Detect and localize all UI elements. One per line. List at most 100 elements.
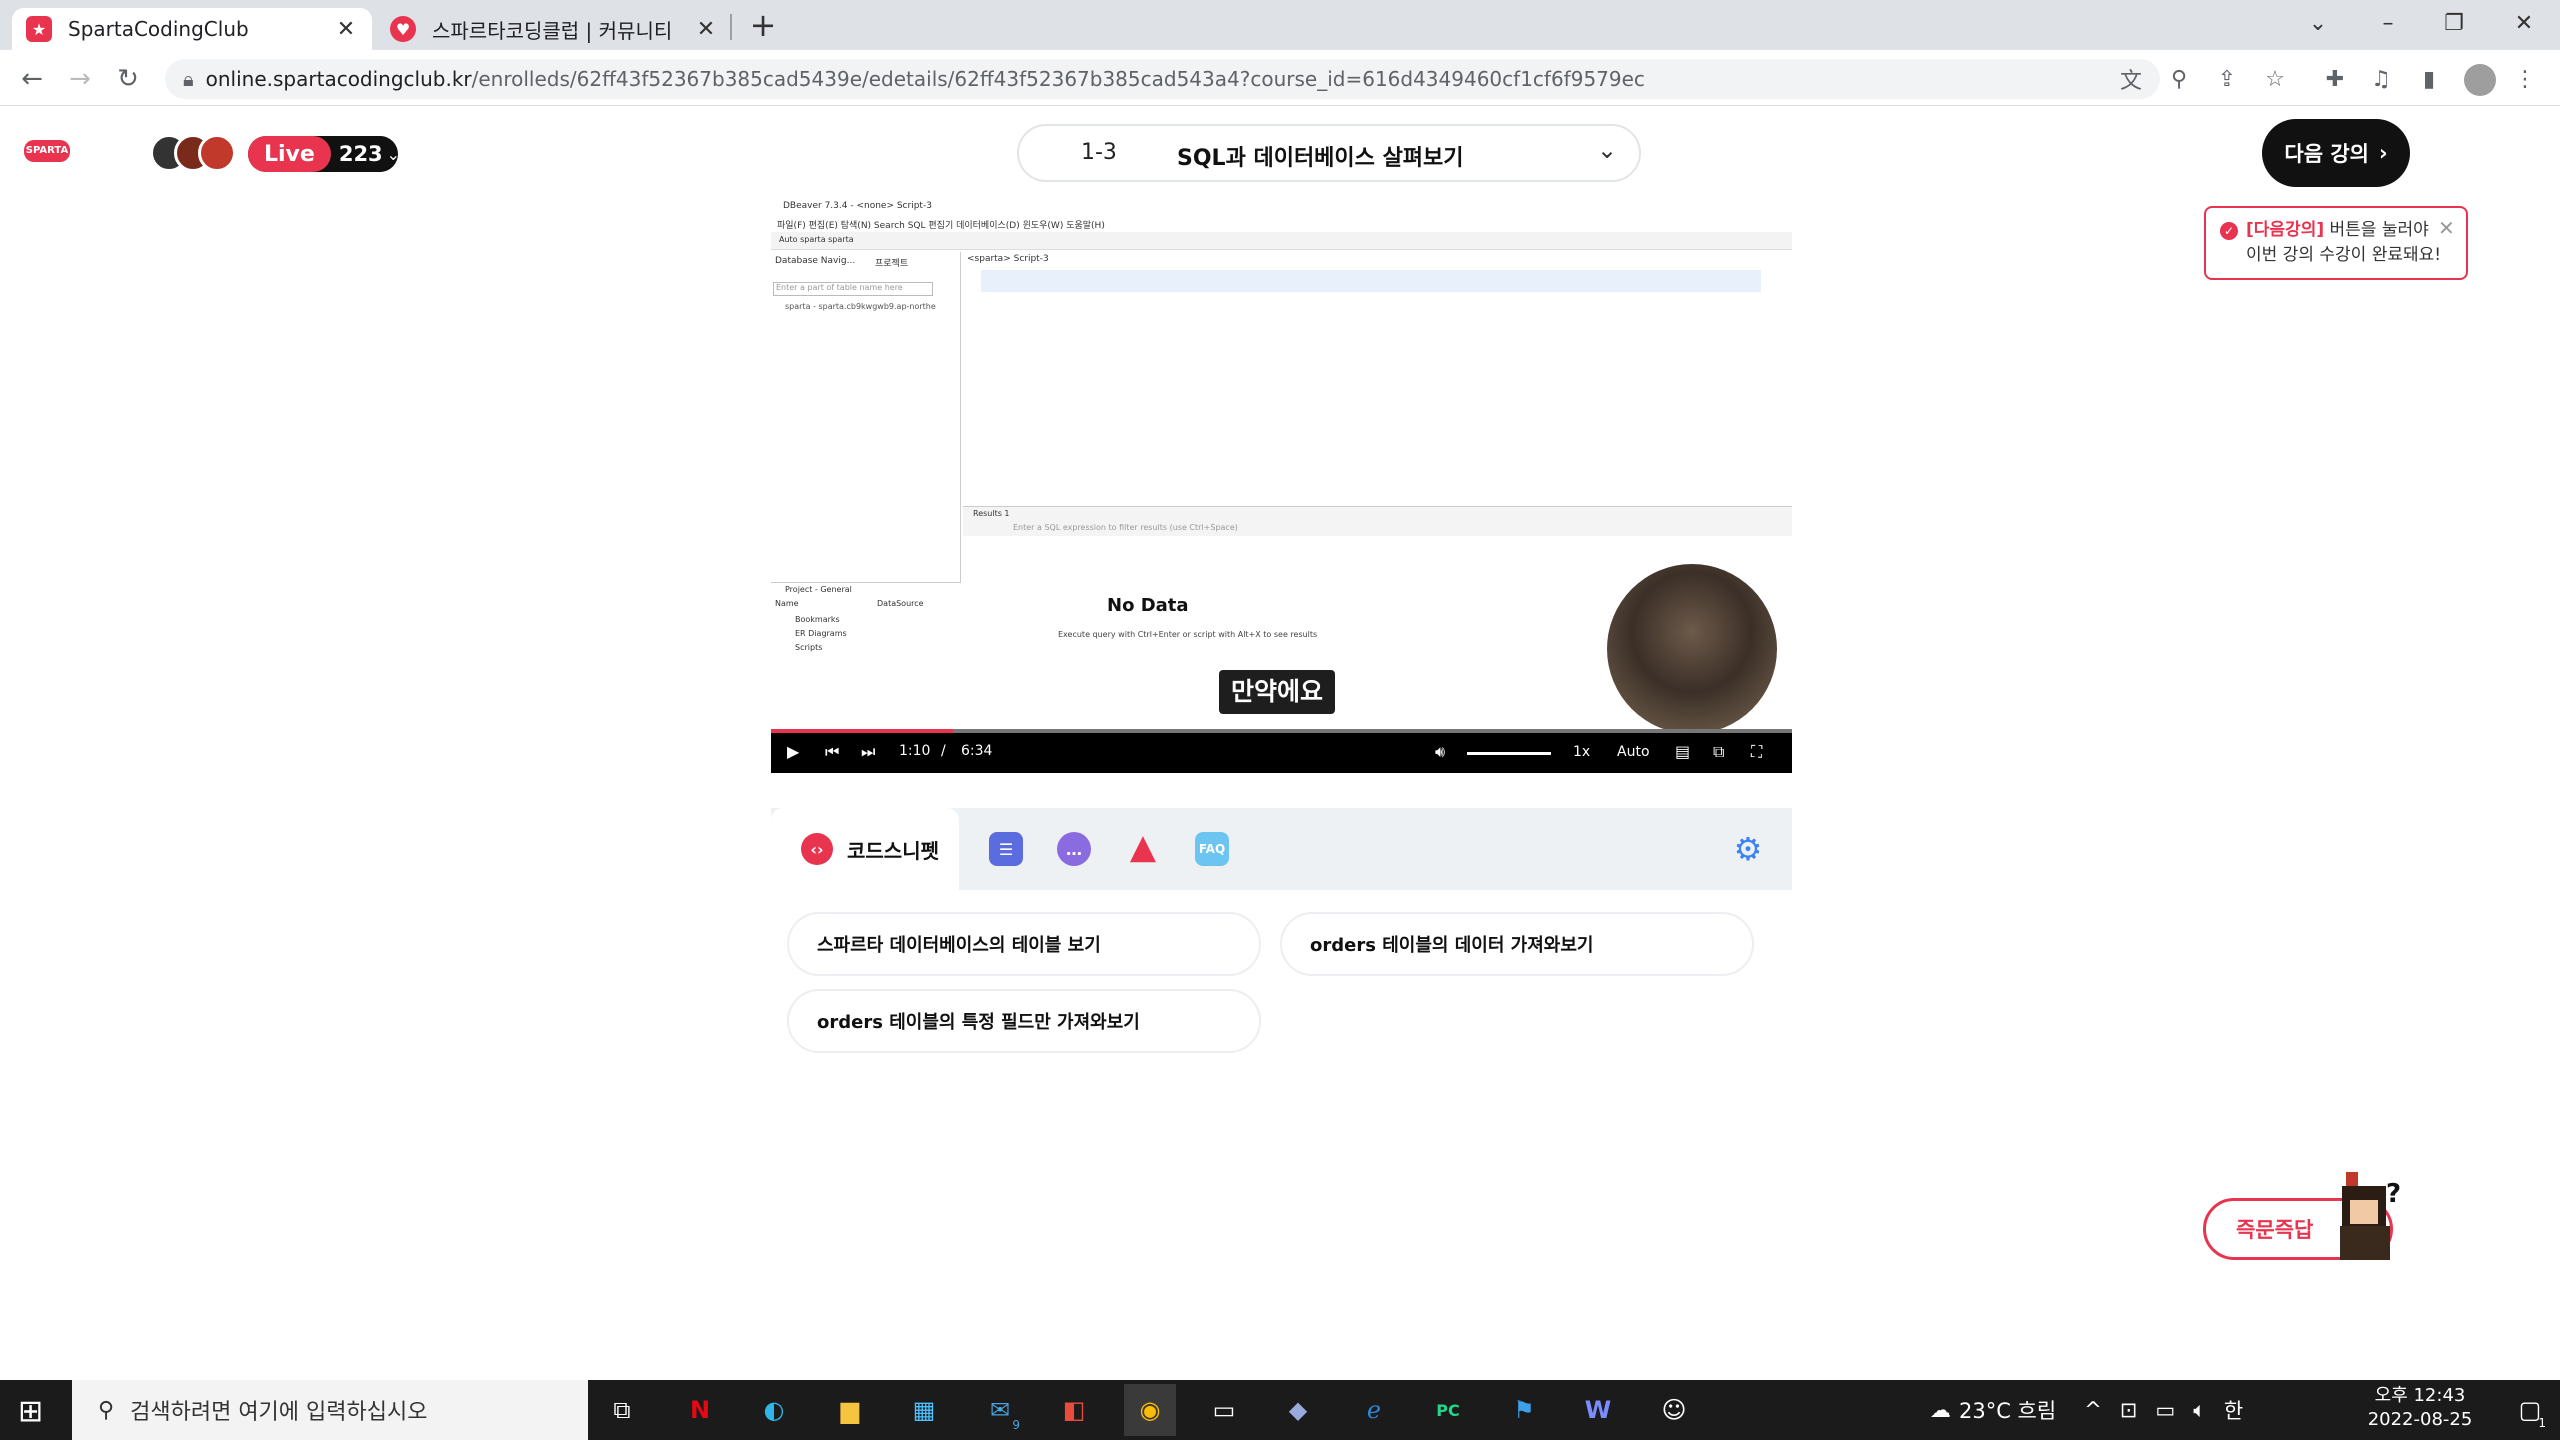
tab-spartacodingclub[interactable]: ★ SpartaCodingClub ✕ xyxy=(12,8,372,50)
dbeaver-icon[interactable]: ☺ xyxy=(1648,1384,1700,1436)
next-icon[interactable]: ⏭ xyxy=(861,742,875,762)
close-tooltip-icon[interactable]: ✕ xyxy=(2438,216,2455,241)
side-panel-icon[interactable]: ▮ xyxy=(2412,62,2446,96)
project-item: Scripts xyxy=(795,643,823,652)
media-icon[interactable]: ♫ xyxy=(2364,62,2398,96)
lecture-number: 1-3 xyxy=(1081,140,1117,165)
tooltip-line2: 이번 강의 수강이 완료돼요! xyxy=(2246,245,2442,265)
notification-count: 1 xyxy=(2538,1416,2546,1430)
back-button[interactable]: ← xyxy=(14,62,50,96)
snippet-item[interactable]: orders 테이블의 데이터 가져와보기 xyxy=(1280,912,1754,976)
video-player[interactable]: DBeaver 7.3.4 - <none> Script-3 파일(F) 편집… xyxy=(771,198,1792,773)
snippet-item[interactable]: orders 테이블의 특정 필드만 가져와보기 xyxy=(787,989,1261,1053)
menu-kebab-icon[interactable]: ⋮ xyxy=(2508,62,2542,96)
netflix-icon[interactable]: N xyxy=(674,1384,726,1436)
mail-badge: 9 xyxy=(1012,1418,1020,1432)
translate-icon[interactable]: 文 xyxy=(2114,62,2148,96)
tab-code-snippet-label: 코드스니펫 xyxy=(847,838,939,863)
close-tab-icon[interactable]: ✕ xyxy=(694,17,718,42)
notification-icon[interactable]: ▢ 1 xyxy=(2504,1384,2556,1436)
tab-community[interactable]: ♥ 스파르타코딩클럽 | 커뮤니티 ✕ xyxy=(376,8,732,50)
current-time: 1:10 xyxy=(899,743,931,759)
taskbar-search-input[interactable]: ⚲ 검색하려면 여기에 입력하십시오 xyxy=(72,1380,588,1440)
profile-avatar[interactable] xyxy=(2464,64,2496,96)
dbeaver-titlebar: DBeaver 7.3.4 - <none> Script-3 xyxy=(771,198,1792,216)
play-icon[interactable]: ▶ xyxy=(787,742,799,761)
close-tab-icon[interactable]: ✕ xyxy=(334,17,358,42)
mail-icon[interactable]: ✉ 9 xyxy=(974,1384,1026,1436)
sparta-favicon-icon: ★ xyxy=(26,16,52,42)
subtitle-caption: 만약에요 xyxy=(1219,670,1336,714)
share-icon[interactable]: ⇪ xyxy=(2210,62,2244,96)
execute-hint: Execute query with Ctrl+Enter or script … xyxy=(1058,630,1318,639)
notepad-icon[interactable]: ◆ xyxy=(1272,1384,1324,1436)
reload-button[interactable]: ↻ xyxy=(110,62,146,96)
picture-in-picture-icon[interactable]: ⧉ xyxy=(1713,742,1724,762)
minimize-button[interactable]: – xyxy=(2358,0,2418,46)
tooltip-highlight: [다음강의] xyxy=(2246,220,2325,240)
lecture-tools-panel: ‹› 코드스니펫 ☰ … ▲ FAQ ⚙ 스파르타 데이터베이스의 테이블 보기… xyxy=(771,808,1792,1103)
volume-slider[interactable] xyxy=(1467,752,1551,755)
dbeaver-toolbar: Auto sparta sparta xyxy=(771,232,1792,250)
chat-icon[interactable]: … xyxy=(1057,832,1091,866)
tooltip-line1: 버튼을 눌러야 xyxy=(2329,220,2429,240)
chrome-icon[interactable]: ◉ xyxy=(1124,1384,1176,1436)
project-tab: 프로젝트 xyxy=(875,259,909,269)
file-explorer-icon[interactable]: ▆ xyxy=(824,1384,876,1436)
internet-explorer-icon[interactable]: ℯ xyxy=(1348,1384,1400,1436)
new-tab-button[interactable]: + xyxy=(745,8,781,44)
captions-icon[interactable]: ▤ xyxy=(1675,742,1690,761)
tray-chevron-icon[interactable]: ^ xyxy=(2084,1398,2102,1422)
webex-icon[interactable]: W xyxy=(1572,1384,1624,1436)
clock[interactable]: 오후 12:43 2022-08-25 xyxy=(2340,1384,2500,1436)
next-lecture-button[interactable]: 다음 강의 › xyxy=(2262,119,2410,187)
office-icon[interactable]: ◧ xyxy=(1048,1384,1100,1436)
edge-icon[interactable]: ◐ xyxy=(748,1384,800,1436)
live-count-pill[interactable]: Live 223 ⌄ xyxy=(248,136,401,172)
faq-icon[interactable]: FAQ xyxy=(1195,832,1229,866)
next-lecture-label: 다음 강의 xyxy=(2284,142,2369,166)
quality-button[interactable]: Auto xyxy=(1617,744,1650,760)
zoom-icon[interactable]: ⚲ xyxy=(2162,62,2196,96)
network-icon[interactable]: ⊡ xyxy=(2120,1398,2138,1422)
sparta-logo[interactable]: SPARTA xyxy=(24,140,70,162)
weather-text[interactable]: 23°C 흐림 xyxy=(1959,1395,2056,1425)
restore-button[interactable]: ❐ xyxy=(2424,0,2484,46)
tab-search-icon[interactable]: ⌄ xyxy=(2288,0,2348,46)
extensions-icon[interactable]: ✚ xyxy=(2318,62,2352,96)
tutor-character-icon[interactable]: ? xyxy=(2336,1172,2410,1260)
ime-indicator[interactable]: 한 xyxy=(2224,1395,2243,1425)
task-view-icon[interactable]: ⧉ xyxy=(596,1384,648,1436)
address-bar[interactable]: 🔒︎ online.spartacodingclub.kr/enrolleds/… xyxy=(165,59,2160,99)
lecture-selector[interactable]: 1-3 SQL과 데이터베이스 살펴보기 ⌄ xyxy=(1017,124,1641,182)
notes-icon[interactable]: ☰ xyxy=(989,832,1023,866)
volume-icon[interactable]: 🔊︎ xyxy=(1435,742,1445,762)
fullscreen-icon[interactable]: ⛶ xyxy=(1751,742,1762,762)
app-icon[interactable]: ⚑ xyxy=(1498,1384,1550,1436)
script-tab: <sparta> Script-3 xyxy=(967,254,1049,264)
forward-button[interactable]: → xyxy=(62,62,98,96)
sql-editor: <sparta> Script-3 xyxy=(963,252,1792,506)
close-window-button[interactable]: ✕ xyxy=(2494,0,2554,46)
live-avatars[interactable] xyxy=(150,134,242,174)
pycharm-icon[interactable]: PC xyxy=(1422,1384,1474,1436)
gear-icon[interactable]: ⚙ xyxy=(1731,830,1765,868)
previous-icon[interactable]: ⏮ xyxy=(825,742,839,762)
bookmark-star-icon[interactable]: ☆ xyxy=(2258,62,2292,96)
terminal-icon[interactable]: ▭ xyxy=(1198,1384,1250,1436)
volume-icon[interactable]: 🔈︎ xyxy=(2193,1398,2206,1423)
battery-icon[interactable]: ▭ xyxy=(2155,1398,2175,1422)
speed-button[interactable]: 1x xyxy=(1573,744,1590,760)
windows-start-icon[interactable]: ⊞ xyxy=(18,1394,43,1429)
warning-icon[interactable]: ▲ xyxy=(1126,827,1160,867)
chevron-down-icon: ⌄ xyxy=(386,144,401,164)
tab-code-snippet[interactable]: ‹› 코드스니펫 xyxy=(771,808,959,890)
search-icon: ⚲ xyxy=(98,1397,115,1423)
snippet-item[interactable]: 스파르타 데이터베이스의 테이블 보기 xyxy=(787,912,1261,976)
dbeaver-menubar: 파일(F) 편집(E) 탐색(N) Search SQL 편집기 데이터베이스(… xyxy=(771,216,1792,232)
lecture-title: SQL과 데이터베이스 살펴보기 xyxy=(1177,146,1464,171)
store-icon[interactable]: ▦ xyxy=(898,1384,950,1436)
cloud-icon: ☁ xyxy=(1930,1398,1951,1422)
lock-icon: 🔒︎ xyxy=(183,67,194,91)
nav-tab: Database Navig... xyxy=(775,256,856,266)
